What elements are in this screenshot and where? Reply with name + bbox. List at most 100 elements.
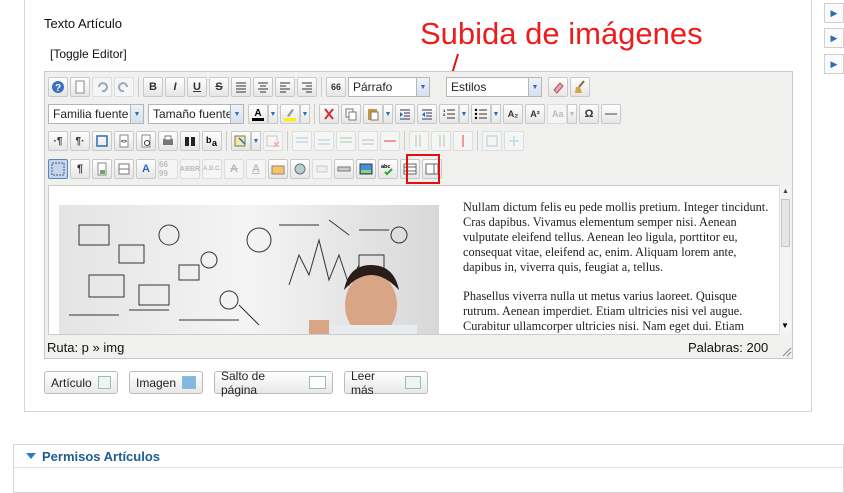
print-icon[interactable] <box>158 131 178 151</box>
copy-icon[interactable] <box>341 104 361 124</box>
insert-text-icon[interactable]: A <box>246 159 266 179</box>
styles-select[interactable]: Estilos ▼ <box>446 77 542 97</box>
field-label: Texto Artículo <box>44 16 123 31</box>
broom-icon[interactable] <box>570 77 590 97</box>
row-before-icon[interactable] <box>292 131 312 151</box>
content-image[interactable] <box>59 205 439 335</box>
spellcheck-icon[interactable]: abc <box>378 159 398 179</box>
align-right-icon[interactable] <box>297 77 317 97</box>
numbered-list-dropdown[interactable]: ▼ <box>459 104 469 124</box>
insert-table-icon[interactable] <box>231 131 251 151</box>
layer-move-icon[interactable] <box>312 159 332 179</box>
resize-handle-icon[interactable] <box>780 345 792 357</box>
readmore-button[interactable]: Leer más <box>344 369 428 397</box>
strikethrough-button[interactable]: S <box>209 77 229 97</box>
delete-table-icon[interactable] <box>263 131 283 151</box>
toolbar-row-3: ·¶ ¶· <> ba ▼ <box>48 128 524 154</box>
cite-icon[interactable]: 66 99 <box>158 159 178 179</box>
omega-button[interactable]: Ω <box>579 104 599 124</box>
pagebreak-button-icon <box>309 376 326 389</box>
insert-row-icon[interactable] <box>336 131 356 151</box>
editor-content[interactable]: Nullam dictum felis eu pede mollis preti… <box>48 185 781 335</box>
highlight-color-icon[interactable] <box>280 104 300 124</box>
character-map-dropdown[interactable]: ▼ <box>567 104 577 124</box>
image-upload-icon[interactable] <box>356 159 376 179</box>
delete-text-icon[interactable]: A <box>224 159 244 179</box>
insert-row-after-icon[interactable] <box>358 131 378 151</box>
font-size-select[interactable]: Tamaño fuente ▼ <box>148 104 244 124</box>
delete-row-icon[interactable] <box>380 131 400 151</box>
scroll-thumb[interactable] <box>781 199 790 247</box>
merge-cells-icon[interactable] <box>482 131 502 151</box>
rtl-icon[interactable]: ¶· <box>70 131 90 151</box>
expand-arrow-icon[interactable]: ▶ <box>824 54 844 74</box>
indent-icon[interactable] <box>395 104 415 124</box>
cut-icon[interactable] <box>319 104 339 124</box>
text-color-icon[interactable]: A <box>248 104 268 124</box>
row-after-icon[interactable] <box>314 131 334 151</box>
redo-icon[interactable] <box>114 77 134 97</box>
highlight-dropdown[interactable]: ▼ <box>300 104 310 124</box>
permissions-header[interactable]: Permisos Artículos <box>14 445 843 468</box>
rich-text-editor: ? B I U S 66 Párrafo ▼ Estilos ▼ Familia f… <box>44 71 793 359</box>
blockquote-button[interactable]: 66 <box>326 77 346 97</box>
table-dropdown[interactable]: ▼ <box>251 131 261 151</box>
subscript-button[interactable]: A₂ <box>503 104 523 124</box>
layer-icon[interactable] <box>290 159 310 179</box>
find-icon[interactable] <box>180 131 200 151</box>
italic-button[interactable]: I <box>165 77 185 97</box>
preview-icon[interactable] <box>136 131 156 151</box>
fullscreen-icon[interactable] <box>92 131 112 151</box>
anchor-icon[interactable] <box>334 159 354 179</box>
superscript-button[interactable]: A² <box>525 104 545 124</box>
attributes-icon[interactable] <box>268 159 288 179</box>
visual-aid-icon[interactable] <box>48 159 68 179</box>
article-icon <box>97 376 111 389</box>
align-left-icon[interactable] <box>275 77 295 97</box>
col-after-icon[interactable] <box>431 131 451 151</box>
collapse-triangle-icon[interactable] <box>26 453 36 459</box>
align-center-icon[interactable] <box>253 77 273 97</box>
ltr-icon[interactable]: ·¶ <box>48 131 68 151</box>
new-document-icon[interactable] <box>70 77 90 97</box>
scroll-up-icon[interactable]: ▲ <box>782 188 789 195</box>
style-icon[interactable]: A <box>136 159 156 179</box>
abbr-button[interactable]: ABBR <box>180 159 200 179</box>
help-icon[interactable]: ? <box>48 77 68 97</box>
horizontal-rule-icon[interactable] <box>601 104 621 124</box>
bold-button[interactable]: B <box>143 77 163 97</box>
toggle-editor-link[interactable]: [Toggle Editor] <box>50 47 127 61</box>
code-icon[interactable]: <> <box>114 131 134 151</box>
paste-icon[interactable] <box>363 104 383 124</box>
numbered-list-icon[interactable]: 12 <box>439 104 459 124</box>
text-color-dropdown[interactable]: ▼ <box>268 104 278 124</box>
font-family-select[interactable]: Familia fuente ▼ <box>48 104 144 124</box>
article-button[interactable]: Artículo <box>44 371 118 394</box>
undo-icon[interactable] <box>92 77 112 97</box>
underline-button[interactable]: U <box>187 77 207 97</box>
character-map-icon[interactable]: Aa <box>547 104 567 124</box>
delete-col-icon[interactable] <box>453 131 473 151</box>
pagebreak-button[interactable]: Salto de página <box>214 369 333 397</box>
format-select[interactable]: Párrafo ▼ <box>348 77 430 97</box>
eraser-icon[interactable] <box>548 77 568 97</box>
show-blocks-icon[interactable]: ¶ <box>70 159 90 179</box>
align-justify-icon[interactable] <box>231 77 251 97</box>
image-button[interactable]: Imagen <box>129 371 203 394</box>
acronym-button[interactable]: A.B.C. <box>202 159 222 179</box>
paste-dropdown[interactable]: ▼ <box>383 104 393 124</box>
editor-scrollbar[interactable]: ▲ ▼ <box>779 185 791 335</box>
scroll-down-icon[interactable]: ▼ <box>781 321 789 330</box>
template-icon[interactable] <box>92 159 112 179</box>
replace-icon[interactable]: ba <box>202 131 222 151</box>
outdent-icon[interactable] <box>417 104 437 124</box>
bullet-list-icon[interactable] <box>471 104 491 124</box>
image-icon <box>182 376 196 389</box>
split-cells-icon[interactable] <box>504 131 524 151</box>
pagebreak-icon[interactable] <box>114 159 134 179</box>
permissions-title: Permisos Artículos <box>42 449 161 464</box>
expand-arrow-icon[interactable]: ▶ <box>824 3 844 23</box>
col-before-icon[interactable] <box>409 131 429 151</box>
expand-arrow-icon[interactable]: ▶ <box>824 28 844 48</box>
bullet-list-dropdown[interactable]: ▼ <box>491 104 501 124</box>
